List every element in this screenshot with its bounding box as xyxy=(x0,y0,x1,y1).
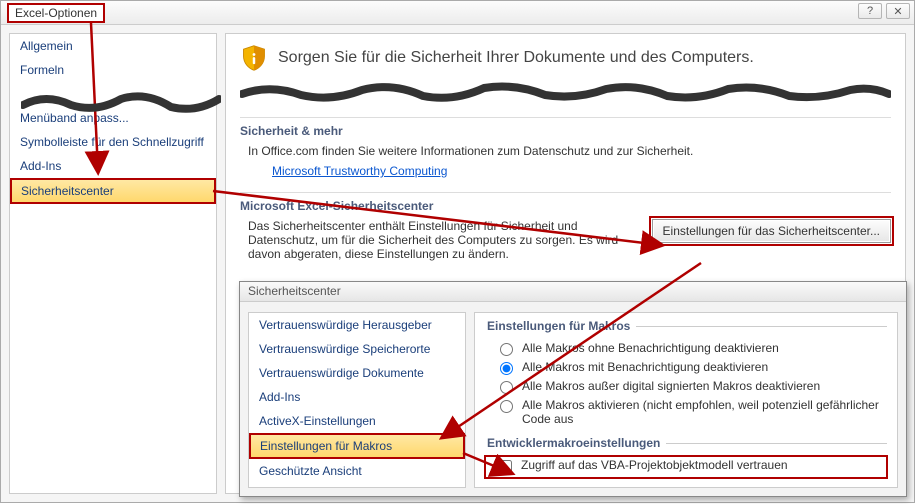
section-title: Sicherheit & mehr xyxy=(240,124,891,144)
macro-option-label: Alle Makros mit Benachrichtigung deaktiv… xyxy=(522,360,768,374)
content-headline: Sorgen Sie für die Sicherheit Ihrer Doku… xyxy=(278,49,754,67)
section-title: Microsoft Excel-Sicherheitscenter xyxy=(240,199,891,219)
tc-sidebar-documents[interactable]: Vertrauenswürdige Dokumente xyxy=(249,361,465,385)
macro-option-label: Alle Makros ohne Benachrichtigung deakti… xyxy=(522,341,779,355)
macro-option-row[interactable]: Alle Makros ohne Benachrichtigung deakti… xyxy=(485,339,887,358)
macro-option-radio[interactable] xyxy=(500,381,513,394)
vba-trust-checkbox[interactable] xyxy=(499,460,512,473)
section-text: In Office.com finden Sie weitere Informa… xyxy=(248,144,891,158)
tc-sidebar-protectedview[interactable]: Geschützte Ansicht xyxy=(249,459,465,483)
sidebar-item-general[interactable]: Allgemein xyxy=(10,34,216,58)
redaction-scribble-1 xyxy=(240,80,891,102)
dialog-title: Excel-Optionen xyxy=(7,3,105,23)
dev-macro-settings-group: Entwicklermakroeinstellungen Zugriff auf… xyxy=(485,436,887,478)
macro-option-radio[interactable] xyxy=(500,343,513,356)
help-button[interactable]: ? xyxy=(858,3,882,19)
sidebar-item-formulas[interactable]: Formeln xyxy=(10,58,216,82)
dev-macro-settings-legend: Entwicklermakroeinstellungen xyxy=(485,436,666,450)
macro-settings-legend: Einstellungen für Makros xyxy=(485,319,636,333)
close-button[interactable]: ✕ xyxy=(886,3,910,19)
macro-option-label: Alle Makros aktivieren (nicht empfohlen,… xyxy=(522,398,887,426)
macro-option-radio[interactable] xyxy=(500,400,513,413)
options-dialog: Excel-Optionen ? ✕ Allgemein Formeln Dok… xyxy=(0,0,915,503)
section-text: Das Sicherheitscenter enthält Einstellun… xyxy=(248,219,636,261)
redaction-scribble-2 xyxy=(21,87,221,117)
trustworthy-computing-link[interactable]: Microsoft Trustworthy Computing xyxy=(272,164,447,178)
macro-option-row[interactable]: Alle Makros außer digital signierten Mak… xyxy=(485,377,887,396)
macro-settings-group: Einstellungen für Makros Alle Makros ohn… xyxy=(485,319,887,428)
trust-center-dialog: Sicherheitscenter Vertrauenswürdige Hera… xyxy=(239,281,907,497)
titlebar: Excel-Optionen ? ✕ xyxy=(1,1,914,25)
tc-sidebar-macros[interactable]: Einstellungen für Makros xyxy=(249,433,465,459)
macro-option-row[interactable]: Alle Makros aktivieren (nicht empfohlen,… xyxy=(485,396,887,428)
tc-sidebar-activex[interactable]: ActiveX-Einstellungen xyxy=(249,409,465,433)
tc-sidebar-publishers[interactable]: Vertrauenswürdige Herausgeber xyxy=(249,313,465,337)
tc-sidebar-locations[interactable]: Vertrauenswürdige Speicherorte xyxy=(249,337,465,361)
macro-option-radio[interactable] xyxy=(500,362,513,375)
section-security-more: Sicherheit & mehr In Office.com finden S… xyxy=(240,117,891,184)
macro-option-label: Alle Makros außer digital signierten Mak… xyxy=(522,379,820,393)
trust-center-title: Sicherheitscenter xyxy=(240,282,906,302)
sidebar-item-trustcenter[interactable]: Sicherheitscenter xyxy=(10,178,216,204)
vba-trust-label: Zugriff auf das VBA-Projektobjektmodell … xyxy=(521,458,788,472)
sidebar-item-qat[interactable]: Symbolleiste für den Schnellzugriff xyxy=(10,130,216,154)
trust-center-sidebar: Vertrauenswürdige Herausgeber Vertrauens… xyxy=(248,312,466,488)
sidebar-item-addins[interactable]: Add-Ins xyxy=(10,154,216,178)
vba-trust-checkbox-row[interactable]: Zugriff auf das VBA-Projektobjektmodell … xyxy=(485,456,887,478)
section-trustcenter: Microsoft Excel-Sicherheitscenter Das Si… xyxy=(240,192,891,267)
trust-center-settings-button[interactable]: Einstellungen für das Sicherheitscenter.… xyxy=(652,219,891,243)
tc-sidebar-addins[interactable]: Add-Ins xyxy=(249,385,465,409)
trust-center-content: Einstellungen für Makros Alle Makros ohn… xyxy=(474,312,898,488)
shield-icon xyxy=(240,44,268,72)
macro-option-row[interactable]: Alle Makros mit Benachrichtigung deaktiv… xyxy=(485,358,887,377)
